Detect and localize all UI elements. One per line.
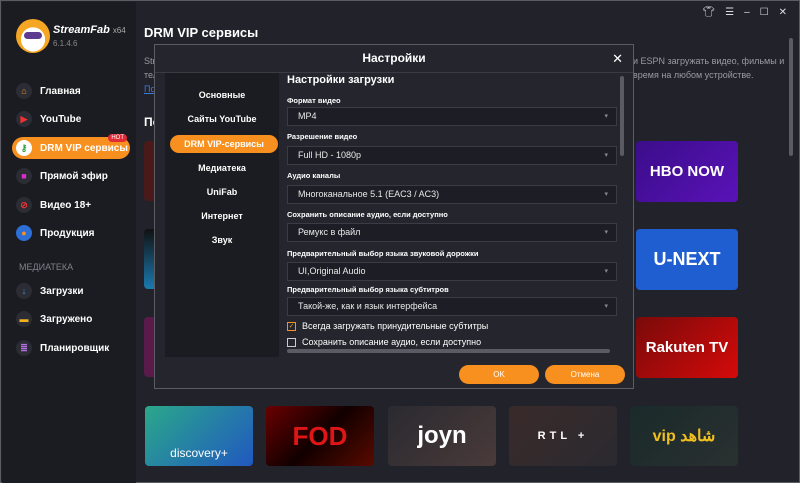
service-tile-fod[interactable]: FOD: [266, 406, 374, 466]
sidebar-item-adult[interactable]: ⊘ Видео 18+: [12, 194, 130, 216]
subtitle-language-select[interactable]: Такой-же, как и язык интерфейса: [287, 297, 617, 316]
sidebar-item-label: Продукция: [40, 227, 95, 239]
tile-label: FOD: [292, 420, 348, 451]
sidebar-item-products[interactable]: ● Продукция: [12, 222, 130, 244]
shirt-icon[interactable]: 👕︎: [702, 7, 715, 18]
checkbox-label: Сохранить описание аудио, если доступно: [302, 337, 482, 347]
dialog-scrollbar[interactable]: [620, 76, 624, 156]
adult-icon: ⊘: [16, 197, 32, 213]
youtube-icon: ▶: [16, 111, 32, 127]
description-fragment: и ESPN загружать видео, фильмы и: [633, 56, 785, 66]
sidebar-item-youtube[interactable]: ▶ YouTube: [12, 108, 130, 130]
sidebar-item-home[interactable]: ⌂ Главная: [12, 80, 130, 102]
ok-button[interactable]: OK: [459, 365, 539, 384]
audio-language-select[interactable]: UI,Original Audio: [287, 262, 617, 281]
sidebar-item-live[interactable]: ■ Прямой эфир: [12, 165, 130, 187]
service-tile-joyn[interactable]: joyn: [388, 406, 496, 466]
horizontal-scrollbar[interactable]: [287, 349, 610, 353]
sidebar-item-label: DRM VIP сервисы: [40, 142, 128, 154]
settings-tab-internet[interactable]: Интернет: [165, 207, 279, 225]
sidebar-item-downloading[interactable]: ↓ Загрузки: [12, 280, 130, 302]
sidebar-item-label: Видео 18+: [40, 199, 92, 211]
sidebar-item-label: Загружено: [40, 313, 93, 325]
sidebar-item-label: Планировщик: [40, 342, 110, 354]
settings-tab-unifab[interactable]: UniFab: [165, 183, 279, 201]
app-name: StreamFab x64: [53, 24, 126, 36]
field-label: Разрешение видео: [287, 132, 358, 141]
cancel-button[interactable]: Отмена: [545, 365, 625, 384]
field-label: Сохранить описание аудио, если доступно: [287, 210, 448, 219]
tile-label: vip شاهد: [652, 428, 716, 445]
field-label: Формат видео: [287, 96, 341, 105]
checkbox-checked-icon: ✓: [287, 321, 296, 331]
library-section-label: МЕДИАТЕКА: [19, 262, 74, 272]
scheduler-icon: ≣: [16, 340, 32, 356]
app-window: StreamFab x64 6.1.4.6 ⌂ Главная ▶ YouTube ⚷…: [0, 0, 800, 483]
key-icon: ⚷: [16, 140, 32, 156]
audio-description-select[interactable]: Ремукс в файл: [287, 223, 617, 242]
service-tile-shahid-vip[interactable]: vip شاهد: [630, 406, 738, 466]
close-icon[interactable]: ✕: [612, 45, 623, 72]
service-tile-u-next[interactable]: U-NEXT: [636, 229, 738, 290]
camera-icon: ■: [16, 168, 32, 184]
video-format-select[interactable]: MP4: [287, 107, 617, 126]
page-title: DRM VIP сервисы: [144, 25, 259, 40]
tile-label: Rakuten TV: [645, 339, 729, 356]
app-version: 6.1.4.6: [53, 39, 78, 48]
tile-label: U-NEXT: [653, 249, 721, 269]
product-icon: ●: [16, 225, 32, 241]
settings-tab-library[interactable]: Медиатека: [165, 159, 279, 177]
settings-nav: Основные Сайты YouTube DRM VIP-сервисы М…: [165, 73, 279, 357]
service-tile-rtl-plus[interactable]: RTL +: [509, 406, 617, 466]
sidebar-item-downloaded[interactable]: ▬ Загружено: [12, 308, 130, 330]
audio-description-checkbox[interactable]: Сохранить описание аудио, если доступно: [287, 337, 481, 347]
tile-label: HBO NOW: [649, 163, 725, 180]
download-icon: ↓: [16, 283, 32, 299]
forced-subtitles-checkbox[interactable]: ✓ Всегда загружать принудительные субтитр…: [287, 321, 488, 331]
window-controls: 👕︎ ☰ – ☐ ✕: [702, 7, 787, 18]
settings-tab-drm-vip[interactable]: DRM VIP-сервисы: [170, 135, 278, 153]
settings-dialog: Настройки ✕ Основные Сайты YouTube DRM VI…: [154, 44, 634, 389]
field-label: Аудио каналы: [287, 171, 341, 180]
sidebar-item-scheduler[interactable]: ≣ Планировщик: [12, 337, 130, 359]
dialog-title: Настройки: [362, 51, 426, 65]
sidebar-item-label: Прямой эфир: [40, 170, 108, 182]
minimize-icon[interactable]: –: [744, 7, 750, 18]
tile-label: discovery+: [170, 446, 228, 460]
tile-label: RTL +: [537, 430, 589, 442]
settings-tab-general[interactable]: Основные: [165, 86, 279, 104]
menu-icon[interactable]: ☰: [725, 7, 734, 18]
video-resolution-select[interactable]: Full HD - 1080p: [287, 146, 617, 165]
app-name-text: StreamFab: [53, 24, 110, 36]
sidebar-item-drm-vip[interactable]: ⚷ DRM VIP сервисы HOT: [12, 134, 130, 159]
description-fragment: время на любом устройстве.: [633, 70, 754, 80]
sidebar-item-label: Загрузки: [40, 285, 84, 297]
maximize-icon[interactable]: ☐: [760, 7, 769, 18]
checkbox-label: Всегда загружать принудительные субтитры: [302, 321, 489, 331]
sidebar-item-label: YouTube: [40, 113, 82, 125]
close-icon[interactable]: ✕: [779, 7, 787, 18]
service-tile-discovery-plus[interactable]: discovery+: [145, 406, 253, 466]
service-tile-hbo-now[interactable]: HBO NOW: [636, 141, 738, 202]
settings-tab-sound[interactable]: Звук: [165, 231, 279, 249]
field-label: Предварительный выбор языка звуковой дор…: [287, 249, 479, 258]
streamfab-logo: [16, 19, 50, 53]
main-scrollbar[interactable]: [789, 38, 793, 156]
sidebar-item-label: Главная: [40, 85, 81, 97]
app-arch: x64: [112, 26, 126, 35]
settings-tab-youtube[interactable]: Сайты YouTube: [165, 110, 279, 128]
dialog-header: Настройки ✕: [155, 45, 633, 73]
sidebar: StreamFab x64 6.1.4.6 ⌂ Главная ▶ YouTube ⚷…: [2, 2, 136, 483]
checkbox-unchecked-icon: [287, 337, 296, 347]
folder-icon: ▬: [16, 311, 32, 327]
section-title: Настройки загрузки: [287, 74, 395, 86]
audio-channels-select[interactable]: Многоканальное 5.1 (EAC3 / AC3): [287, 185, 617, 204]
hot-badge: HOT: [108, 134, 127, 142]
field-label: Предварительный выбор языка субтитров: [287, 285, 449, 294]
service-tile-rakuten-tv[interactable]: Rakuten TV: [636, 317, 738, 378]
tile-label: joyn: [417, 422, 467, 449]
home-icon: ⌂: [16, 83, 32, 99]
